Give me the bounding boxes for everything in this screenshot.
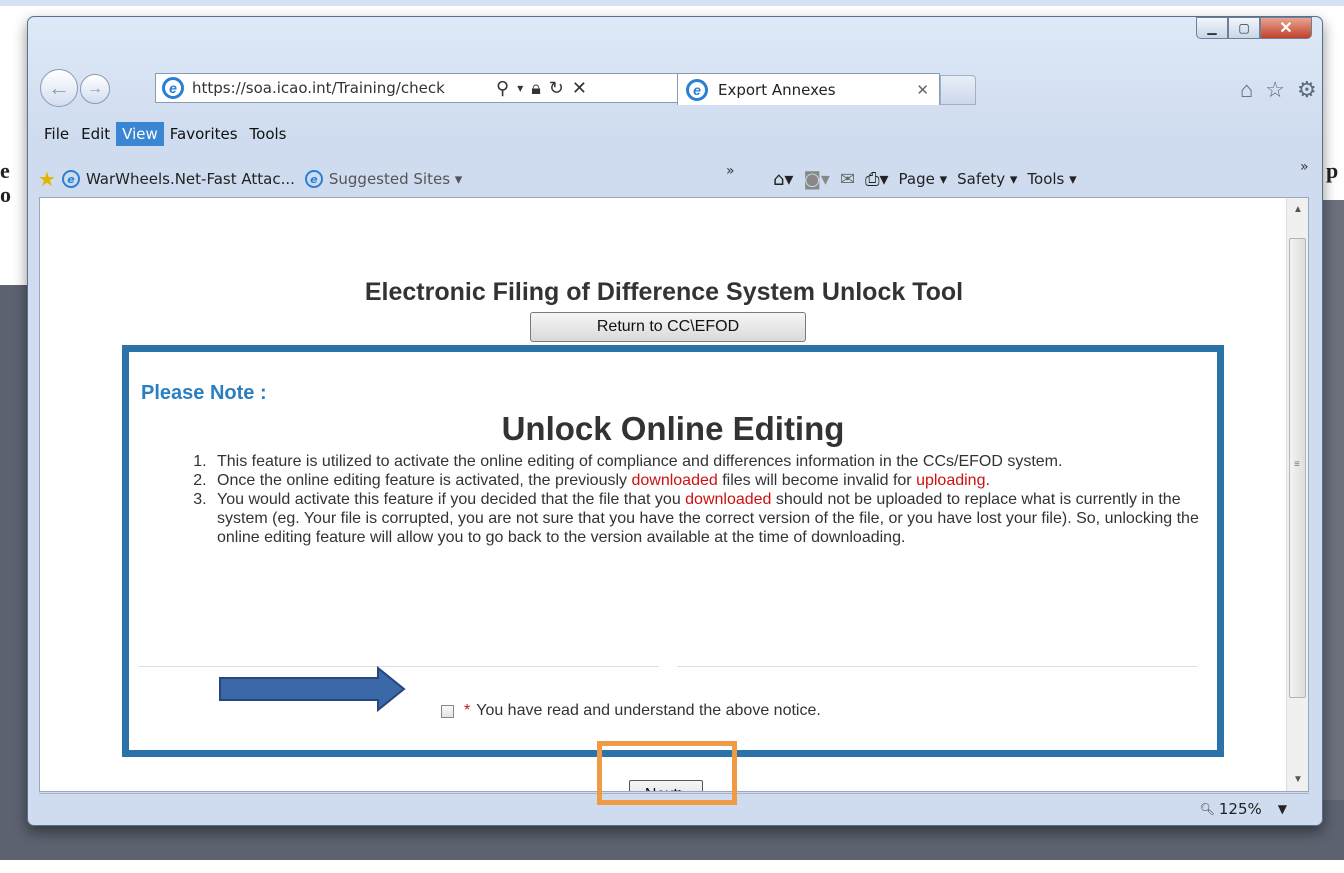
notice-item-text: Once the online editing feature is activ… xyxy=(217,472,632,489)
menu-tools[interactable]: Tools xyxy=(244,122,293,146)
zoom-icon: 🔍︎ xyxy=(1199,801,1215,816)
menu-view[interactable]: View xyxy=(116,122,164,146)
notice-item-text: This feature is utilized to activate the… xyxy=(217,453,1063,470)
divider xyxy=(677,666,1197,667)
home-icon[interactable]: ⌂▾ xyxy=(773,169,793,190)
scroll-up-arrow-icon[interactable]: ▲ xyxy=(1293,204,1303,215)
favorite-link-warwheels[interactable]: e WarWheels.Net-Fast Attac... xyxy=(61,170,295,188)
browser-toolbar-icons: ⌂ ☆ ⚙ xyxy=(1240,77,1317,103)
scrollbar-thumb[interactable]: ≡ xyxy=(1289,238,1306,698)
background-text-fragment: e xyxy=(0,158,10,183)
dropdown-icon[interactable]: ▾ xyxy=(517,81,523,95)
ie-logo-icon: e xyxy=(686,78,708,101)
highlighted-word: uploading xyxy=(916,472,986,489)
ie-logo-icon: e xyxy=(61,170,80,188)
command-overflow-chevron-icon[interactable]: » xyxy=(1300,159,1309,175)
notice-item-text: . xyxy=(985,472,990,489)
mail-icon[interactable]: ✉ xyxy=(840,169,855,190)
desktop-background-right xyxy=(1320,200,1344,800)
close-window-button[interactable]: ✕ xyxy=(1260,17,1312,39)
annotation-arrow-shape xyxy=(219,666,406,712)
scroll-down-arrow-icon[interactable]: ▼ xyxy=(1293,774,1303,785)
ie-logo-icon: e xyxy=(162,77,184,99)
safety-menu[interactable]: Safety ▾ xyxy=(957,170,1017,188)
back-button[interactable]: ← xyxy=(40,69,78,107)
tab-export-annexes[interactable]: e Export Annexes ✕ xyxy=(677,73,940,105)
page-title: Electronic Filing of Difference System U… xyxy=(364,278,964,306)
favorites-bar: ★ e WarWheels.Net-Fast Attac... e Sugges… xyxy=(38,159,1309,193)
print-icon[interactable]: ⎙▾ xyxy=(865,169,888,190)
notice-item-text: You would activate this feature if you d… xyxy=(217,491,686,508)
address-url[interactable]: https://soa.icao.int/Training/check xyxy=(192,79,488,97)
annotation-highlight-box xyxy=(597,741,737,805)
tab-title: Export Annexes xyxy=(718,80,836,99)
zoom-level[interactable]: 125% xyxy=(1219,800,1262,818)
address-bar[interactable]: e https://soa.icao.int/Training/check ⚲ … xyxy=(155,73,686,103)
menu-favorites[interactable]: Favorites xyxy=(164,122,244,146)
refresh-icon[interactable]: ↻ xyxy=(549,78,564,99)
rss-icon[interactable]: ◙▾ xyxy=(803,169,830,190)
favorite-link-label: Suggested Sites ▾ xyxy=(328,170,463,188)
menu-file[interactable]: File xyxy=(38,122,75,146)
thumb-grip-icon: ≡ xyxy=(1294,459,1300,470)
highlighted-word: downloaded xyxy=(631,472,718,489)
menu-bar: File Edit View Favorites Tools xyxy=(38,121,293,147)
background-text-fragment: p xyxy=(1326,158,1339,183)
lock-icon[interactable]: 🔒︎ xyxy=(531,78,541,99)
star-icon[interactable]: ☆ xyxy=(1265,77,1285,103)
desktop-top-strip xyxy=(0,0,1344,6)
maximize-button[interactable]: ▢ xyxy=(1228,17,1260,39)
gear-icon[interactable]: ⚙ xyxy=(1297,77,1317,103)
notice-item-text: files will become invalid for xyxy=(717,472,917,489)
favorites-star-icon[interactable]: ★ xyxy=(38,167,56,191)
favorites-overflow-chevron-icon[interactable]: » xyxy=(726,163,735,179)
search-icon[interactable]: ⚲ xyxy=(496,78,509,99)
required-asterisk: * xyxy=(464,702,471,719)
command-bar: ⌂▾ ◙▾ ✉ ⎙▾ Page ▾ Safety ▾ Tools ▾ xyxy=(773,169,1077,190)
unlock-heading: Unlock Online Editing xyxy=(501,410,845,447)
notice-list: This feature is utilized to activate the… xyxy=(189,452,1199,547)
notice-item: This feature is utilized to activate the… xyxy=(211,452,1199,471)
please-note-label: Please Note : xyxy=(141,382,267,404)
favorite-link-label: WarWheels.Net-Fast Attac... xyxy=(85,170,295,188)
minimize-button[interactable]: ▁ xyxy=(1196,17,1228,39)
ie-logo-icon: e xyxy=(304,170,323,188)
window-controls: ▁ ▢ ✕ xyxy=(1196,17,1312,39)
tab-close-icon[interactable]: ✕ xyxy=(916,81,929,99)
address-bar-icons: ⚲ ▾ 🔒︎ ↻ ✕ xyxy=(496,78,587,99)
stop-icon[interactable]: ✕ xyxy=(572,78,587,99)
tools-menu[interactable]: Tools ▾ xyxy=(1027,170,1076,188)
acknowledge-row: * You have read and understand the above… xyxy=(441,702,821,720)
acknowledge-label: You have read and understand the above n… xyxy=(476,702,821,719)
home-icon[interactable]: ⌂ xyxy=(1240,77,1253,103)
favorite-link-suggested-sites[interactable]: e Suggested Sites ▾ xyxy=(304,170,463,188)
highlighted-word: downloaded xyxy=(685,491,772,508)
return-to-ccefod-button[interactable]: Return to CC\EFOD xyxy=(530,312,806,342)
forward-arrow-icon: → xyxy=(87,80,103,97)
page-menu[interactable]: Page ▾ xyxy=(899,170,948,188)
notice-item: You would activate this feature if you d… xyxy=(211,490,1199,547)
zoom-dropdown-icon[interactable]: ▼ xyxy=(1278,802,1287,816)
annotation-arrow xyxy=(219,666,406,712)
new-tab-button[interactable] xyxy=(940,75,976,105)
notice-item: Once the online editing feature is activ… xyxy=(211,471,1199,490)
background-text-fragment: o xyxy=(0,182,11,207)
vertical-scrollbar[interactable]: ▲ ≡ ▼ xyxy=(1286,198,1308,791)
back-arrow-icon: ← xyxy=(48,75,70,100)
forward-button[interactable]: → xyxy=(80,74,110,104)
menu-edit[interactable]: Edit xyxy=(75,122,116,146)
